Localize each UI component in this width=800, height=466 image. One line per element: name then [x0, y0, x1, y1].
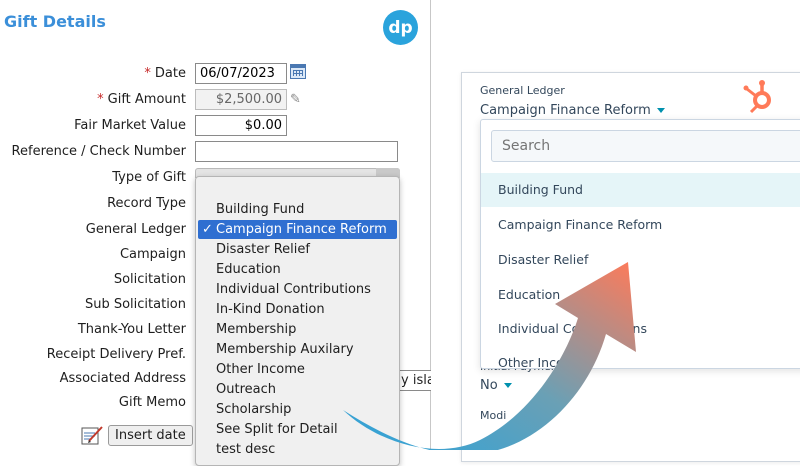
general-ledger-dropdown[interactable]: Building Fund ✓ Campaign Finance Reform D… — [195, 176, 400, 466]
dropdown-option[interactable]: In-Kind Donation — [198, 300, 397, 319]
search-input[interactable] — [491, 130, 800, 162]
hubspot-logo-icon — [743, 80, 771, 114]
fair-market-value-input[interactable] — [195, 115, 287, 136]
caret-down-icon[interactable] — [503, 383, 512, 388]
dropdown-option[interactable]: Building Fund — [198, 200, 397, 219]
solicitation-label: Solicitation — [113, 272, 186, 287]
insert-date-button[interactable]: Insert date — [108, 425, 193, 446]
menu-option[interactable]: Education — [481, 278, 800, 312]
menu-option-hovered[interactable]: Building Fund — [481, 173, 800, 207]
fair-market-value-label: Fair Market Value — [74, 118, 186, 133]
gift-amount-input[interactable] — [195, 89, 287, 110]
sub-solicitation-label: Sub Solicitation — [84, 297, 186, 312]
caret-down-icon[interactable] — [656, 108, 665, 113]
gift-details-panel: Gift Details dp * Date * Gift Amount Fair … — [0, 0, 431, 466]
campaign-label: Campaign — [119, 247, 186, 262]
dropdown-option[interactable]: Scholarship — [198, 400, 397, 419]
hubspot-panel: General Ledger Campaign Finance Reform I… — [461, 72, 800, 462]
dropdown-option[interactable]: Other Income — [198, 360, 397, 379]
thank-you-letter-label: Thank-You Letter — [77, 322, 186, 337]
reference-check-number-label: Reference / Check Number — [11, 144, 186, 159]
associated-address-select[interactable]: y isla — [399, 370, 431, 391]
dropdown-option-selected[interactable]: ✓ Campaign Finance Reform — [198, 220, 397, 239]
dropdown-option[interactable]: Membership — [198, 320, 397, 339]
dropdown-option[interactable]: Outreach — [198, 380, 397, 399]
dropdown-option[interactable]: See Split for Detail — [198, 420, 397, 439]
dropdown-option[interactable]: Disaster Relief — [198, 240, 397, 259]
date-input[interactable] — [195, 63, 287, 84]
general-ledger-menu[interactable]: Building Fund Campaign Finance Reform Di… — [480, 119, 800, 369]
donorperfect-logo-icon: dp — [383, 10, 418, 45]
menu-option[interactable]: Disaster Relief — [481, 243, 800, 277]
receipt-delivery-pref-label: Receipt Delivery Pref. — [46, 347, 186, 362]
reference-check-number-input[interactable] — [195, 141, 398, 162]
initial-payment-value[interactable]: No — [480, 378, 512, 393]
menu-option[interactable]: Campaign Finance Reform — [481, 208, 800, 242]
modified-label: Modi — [480, 409, 507, 422]
gift-memo-label: Gift Memo — [118, 395, 186, 410]
general-ledger-label: General Ledger — [85, 222, 186, 237]
gift-amount-label: * Gift Amount — [97, 92, 186, 107]
date-label: * Date — [144, 66, 186, 81]
general-ledger-field-value[interactable]: Campaign Finance Reform — [480, 103, 665, 118]
notepad-icon[interactable] — [80, 425, 104, 445]
page-title: Gift Details — [4, 12, 106, 31]
calendar-icon[interactable] — [290, 64, 306, 79]
pencil-icon[interactable]: ✎ — [290, 92, 301, 107]
general-ledger-field-label: General Ledger — [480, 84, 565, 97]
dropdown-option[interactable]: Membership Auxilary — [198, 340, 397, 359]
type-of-gift-label: Type of Gift — [112, 170, 186, 185]
dropdown-option[interactable]: Education — [198, 260, 397, 279]
checkmark-icon: ✓ — [202, 222, 213, 237]
record-type-label: Record Type — [107, 196, 186, 211]
dropdown-option[interactable]: Individual Contributions — [198, 280, 397, 299]
menu-option[interactable]: Other Income — [481, 346, 800, 368]
associated-address-label: Associated Address — [59, 371, 186, 386]
menu-option[interactable]: Individual Contributions — [481, 312, 800, 346]
